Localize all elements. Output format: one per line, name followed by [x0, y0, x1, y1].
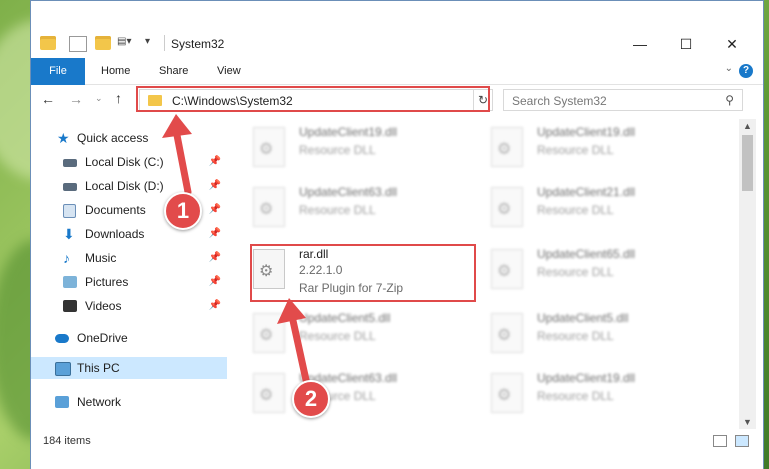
arrow-1-head — [162, 114, 192, 138]
arrow-2-head — [277, 298, 306, 324]
arrow-1-shaft — [172, 126, 192, 196]
callout-badge-1: 1 — [164, 192, 202, 230]
callout-badge-2: 2 — [292, 380, 330, 418]
arrow-2-shaft — [288, 312, 310, 384]
callout-arrows — [162, 114, 310, 384]
